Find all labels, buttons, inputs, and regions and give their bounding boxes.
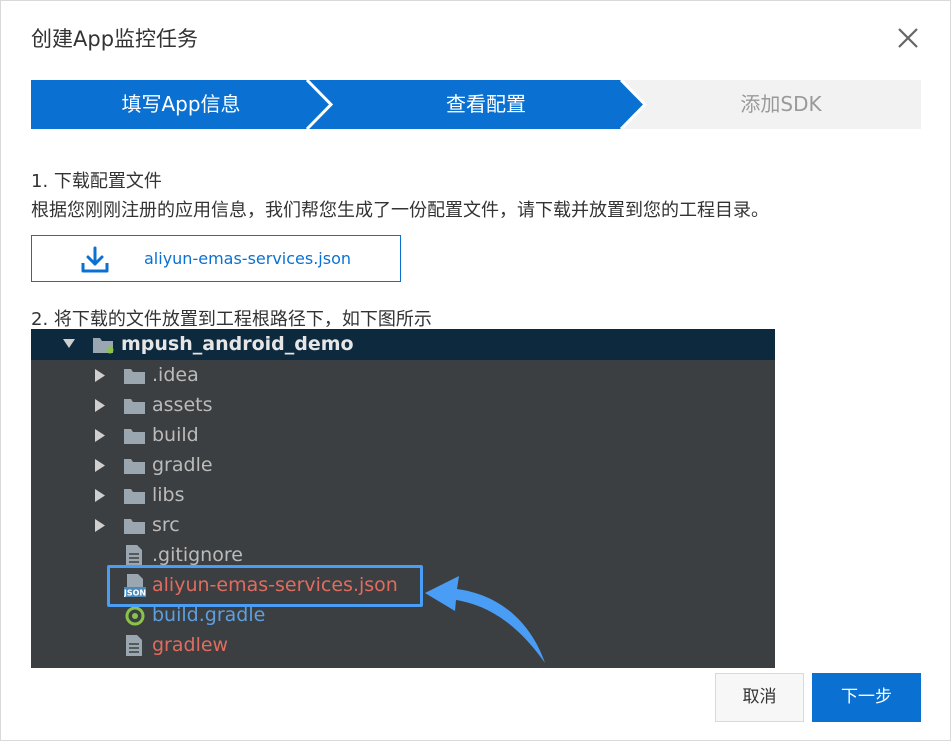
pointer-arrow-icon <box>425 576 545 663</box>
file-name: gradlew <box>152 634 229 656</box>
file-name: .gitignore <box>152 544 243 566</box>
folder-icon <box>124 489 145 504</box>
download-section-heading: 1. 下载配置文件 <box>31 171 162 192</box>
tree-file-row: gradlew <box>31 631 775 661</box>
folder-icon <box>124 429 145 444</box>
tree-folder-row: libs <box>31 481 775 511</box>
folder-name: src <box>152 514 180 536</box>
folder-icon <box>124 369 145 384</box>
project-root-row: mpush_android_demo <box>31 329 775 360</box>
step-view-config: 查看配置 <box>446 92 526 116</box>
expanded-arrow-icon <box>63 339 75 348</box>
module-folder-icon <box>93 338 114 354</box>
close-icon[interactable] <box>893 23 923 53</box>
tree-folder-row: gradle <box>31 451 775 481</box>
step-indicator: 填写App信息 查看配置 添加SDK <box>31 80 921 129</box>
folder-name: libs <box>152 484 185 506</box>
placement-section-heading: 2. 将下载的文件放置到工程根路径下，如下图所示 <box>31 309 432 330</box>
download-file-name: aliyun-emas-services.json <box>144 249 352 268</box>
folder-name: build <box>152 424 199 446</box>
tree-folder-row: build <box>31 421 775 451</box>
step-fill-app-info: 填写App信息 <box>121 92 241 116</box>
download-icon <box>81 246 109 273</box>
tree-folder-row: assets <box>31 391 775 421</box>
file-name: build.gradle <box>152 604 266 626</box>
folder-name: gradle <box>152 454 213 476</box>
dialog-title: 创建App监控任务 <box>31 27 199 51</box>
download-section-description: 根据您刚刚注册的应用信息，我们帮您生成了一份配置文件，请下载并放置到您的工程目录… <box>31 200 769 221</box>
collapsed-arrow-icon <box>95 459 105 472</box>
text-file-icon <box>126 635 142 656</box>
folder-icon <box>124 459 145 474</box>
text-file-icon <box>126 545 142 566</box>
folder-icon <box>124 399 145 414</box>
tree-folder-row: src <box>31 511 775 541</box>
create-app-monitor-dialog: 创建App监控任务 填写App信息 查看配置 添加SDK 1. 下载配置文件 根… <box>0 0 951 741</box>
project-tree-screenshot: mpush_android_demo .idea assets build gr… <box>31 329 775 668</box>
download-config-button[interactable]: aliyun-emas-services.json <box>31 235 401 282</box>
folder-name: .idea <box>152 364 199 386</box>
tree-folder-row: .idea <box>31 361 775 391</box>
collapsed-arrow-icon <box>95 429 105 442</box>
gradle-file-icon <box>125 606 145 626</box>
folder-icon <box>124 519 145 534</box>
step-add-sdk: 添加SDK <box>740 92 822 116</box>
next-step-button[interactable]: 下一步 <box>812 673 921 722</box>
collapsed-arrow-icon <box>95 489 105 502</box>
project-root-name: mpush_android_demo <box>121 333 354 355</box>
highlight-frame <box>107 565 423 607</box>
cancel-button[interactable]: 取消 <box>715 673 804 722</box>
collapsed-arrow-icon <box>95 369 105 382</box>
collapsed-arrow-icon <box>95 519 105 532</box>
collapsed-arrow-icon <box>95 399 105 412</box>
folder-name: assets <box>152 394 213 416</box>
